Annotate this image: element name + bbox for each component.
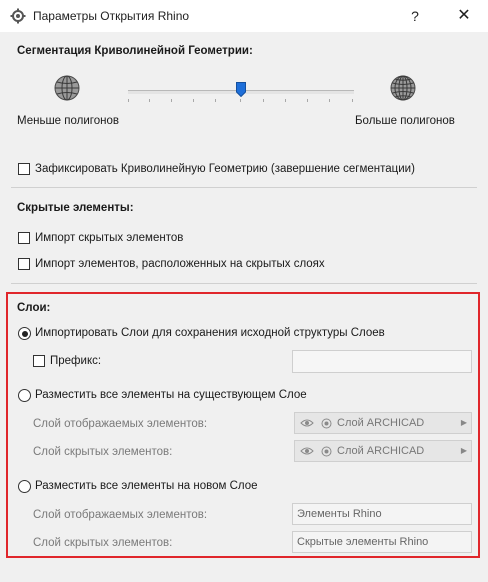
slider-tick xyxy=(307,99,308,102)
new-visible-layer-input[interactable]: Элементы Rhino xyxy=(292,503,472,525)
slider-tick xyxy=(329,99,330,102)
layer-icon xyxy=(321,446,332,457)
help-button[interactable]: ? xyxy=(405,6,425,26)
slider-tick xyxy=(128,99,129,102)
chevron-right-icon: ▶ xyxy=(460,446,467,455)
import-hidden-layers-label: Импорт элементов, расположенных на скрыт… xyxy=(35,258,325,270)
separator xyxy=(11,283,477,284)
eye-icon xyxy=(300,447,314,455)
hidden-elements-heading: Скрытые элементы: xyxy=(17,202,134,214)
layers-new-radio[interactable] xyxy=(18,480,31,493)
separator xyxy=(11,187,477,188)
window-title: Параметры Открытия Rhino xyxy=(33,9,190,23)
chevron-right-icon: ▶ xyxy=(460,418,467,427)
slider-tick xyxy=(285,99,286,102)
layers-import-radio[interactable] xyxy=(18,327,31,340)
import-hidden-checkbox[interactable] xyxy=(18,232,30,244)
existing-hidden-layer-label: Слой скрытых элементов: xyxy=(33,446,173,458)
existing-visible-layer-select[interactable]: Слой ARCHICAD ▶ xyxy=(294,412,472,434)
less-polygons-label: Меньше полигонов xyxy=(17,115,119,127)
globe-more-icon xyxy=(390,75,416,101)
layers-existing-radio[interactable] xyxy=(18,389,31,402)
slider-tick xyxy=(240,99,241,102)
prefix-input[interactable] xyxy=(292,350,472,373)
existing-visible-layer-label: Слой отображаемых элементов: xyxy=(33,418,208,430)
dialog-gear-icon xyxy=(10,8,26,24)
eye-icon xyxy=(300,419,314,427)
slider-tick xyxy=(215,99,216,102)
new-hidden-layer-input[interactable]: Скрытые элементы Rhino xyxy=(292,531,472,553)
layer-icon xyxy=(321,418,332,429)
prefix-label: Префикс: xyxy=(50,355,102,367)
slider-tick xyxy=(193,99,194,102)
slider-tick xyxy=(171,99,172,102)
layers-new-label: Разместить все элементы на новом Слое xyxy=(35,480,258,492)
existing-hidden-layer-select[interactable]: Слой ARCHICAD ▶ xyxy=(294,440,472,462)
import-hidden-layers-checkbox[interactable] xyxy=(18,258,30,270)
layers-import-label: Импортировать Слои для сохранения исходн… xyxy=(35,327,385,339)
slider-tick xyxy=(149,99,150,102)
prefix-checkbox[interactable] xyxy=(33,355,45,367)
import-hidden-label: Импорт скрытых элементов xyxy=(35,232,184,244)
layers-heading: Слои: xyxy=(17,302,51,314)
existing-hidden-layer-value: Слой ARCHICAD xyxy=(337,445,425,457)
slider-tick xyxy=(263,99,264,102)
new-visible-layer-label: Слой отображаемых элементов: xyxy=(33,509,208,521)
fix-geometry-checkbox[interactable] xyxy=(18,163,30,175)
slider-tick xyxy=(352,99,353,102)
layers-existing-label: Разместить все элементы на существующем … xyxy=(35,389,307,401)
fix-geometry-label: Зафиксировать Криволинейную Геометрию (з… xyxy=(35,163,415,175)
close-button[interactable]: ✕ xyxy=(452,5,476,27)
more-polygons-label: Больше полигонов xyxy=(355,115,455,127)
new-hidden-layer-label: Слой скрытых элементов: xyxy=(33,537,173,549)
segmentation-slider-thumb[interactable] xyxy=(236,82,246,97)
existing-visible-layer-value: Слой ARCHICAD xyxy=(337,417,425,429)
globe-less-icon xyxy=(54,75,80,101)
segmentation-heading: Сегментация Криволинейной Геометрии: xyxy=(17,45,253,57)
